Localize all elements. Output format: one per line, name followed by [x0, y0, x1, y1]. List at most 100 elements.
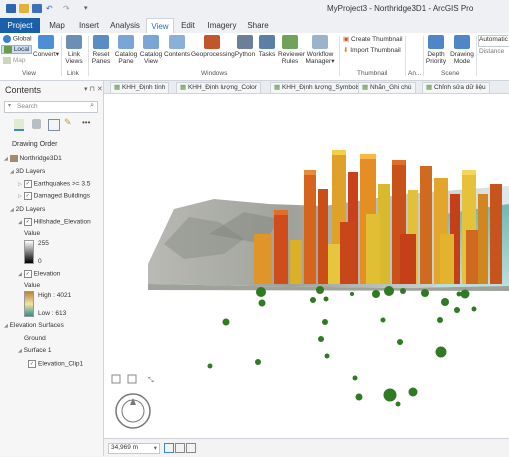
separator — [61, 36, 62, 76]
python-button[interactable]: Python — [234, 35, 256, 58]
local-scene-icon — [4, 46, 12, 53]
new-project-icon[interactable] — [6, 4, 16, 13]
3d-layers-heading[interactable]: ◢ 3D Layers — [10, 168, 45, 175]
svg-text:⤡: ⤡ — [148, 377, 154, 384]
scene-canvas[interactable]: ⤡ — [104, 94, 509, 438]
drawing-order-heading: Drawing Order — [12, 141, 58, 148]
map-item[interactable]: ◢ Northridge3D1 — [4, 155, 62, 162]
ground-item[interactable]: Ground — [24, 335, 46, 342]
2d-layers-heading[interactable]: ◢ 2D Layers — [10, 206, 45, 213]
tab-map[interactable]: Map — [45, 18, 69, 33]
catalog-view-button[interactable]: Catalog View — [139, 35, 163, 65]
undo-icon[interactable]: ↶ — [46, 4, 60, 13]
tab-khh-dinh-luong-color[interactable]: ▦ KHH_Định lượng_Color — [176, 82, 261, 94]
tab-nhan-ghi-chu[interactable]: ▦ Nhãn_Ghi chú — [358, 82, 416, 94]
tab-analysis[interactable]: Analysis — [107, 18, 143, 33]
visibility-checkbox[interactable]: ✓ — [23, 192, 32, 200]
more-icon[interactable]: ••• — [82, 118, 90, 127]
tab-imagery[interactable]: Imagery — [205, 18, 239, 33]
windows-group-label: Windows — [201, 70, 228, 77]
create-thumbnail-button[interactable]: ▣ Create Thumbnail — [343, 36, 403, 43]
map-tab-icon: ▦ — [274, 84, 281, 91]
ribbon: Global Local Map Convert▾ View Link View… — [0, 33, 509, 81]
list-by-editing-icon[interactable]: ✎ — [64, 117, 72, 128]
hillshade-value-label: Value — [24, 230, 41, 237]
open-icon[interactable] — [19, 4, 29, 13]
pane-options-icon[interactable]: ▾ ⊓ ✕ — [84, 85, 103, 93]
elevation-surfaces-heading[interactable]: ◢ Elevation Surfaces — [4, 322, 64, 329]
surface1-item[interactable]: ◢ Surface 1 — [18, 347, 52, 354]
separator — [423, 36, 424, 76]
title-bar: ↶ ↷ ▾ MyProject3 - Northridge3D1 - ArcGI… — [0, 0, 509, 18]
scene-view[interactable]: ⤡ — [104, 94, 509, 438]
search-input[interactable]: Search — [17, 103, 38, 110]
link-views-button[interactable]: Link Views — [63, 35, 85, 65]
elevation-high: High : 4021 — [38, 292, 72, 299]
customize-quick-access-icon[interactable]: ▾ — [84, 4, 92, 13]
tab-edit[interactable]: Edit — [177, 18, 199, 33]
toolbox-icon — [204, 35, 220, 49]
depth-priority-button[interactable]: Depth Priority — [425, 35, 447, 65]
list-by-data-source-icon[interactable] — [32, 119, 41, 129]
map-tab-icon: ▦ — [426, 84, 433, 91]
convert-button[interactable]: Convert▾ — [33, 35, 59, 58]
workflow-manager-icon — [312, 35, 328, 49]
import-thumbnail-button[interactable]: ⬇ Import Thumbnail — [343, 47, 401, 54]
tab-khh-dinh-tinh[interactable]: ▦ KHH_Định tính — [110, 82, 170, 94]
visibility-checkbox[interactable]: ✓ — [23, 180, 32, 188]
drawing-mode-button[interactable]: Drawing Mode — [449, 35, 475, 65]
reset-panes-button[interactable]: Reset Panes — [90, 35, 112, 65]
save-icon[interactable] — [32, 4, 42, 13]
tab-project[interactable]: Project — [0, 18, 40, 33]
map-tab-icon: ▦ — [114, 84, 121, 91]
tab-share[interactable]: Share — [245, 18, 271, 33]
tasks-button[interactable]: Tasks — [257, 35, 277, 58]
list-by-selection-icon[interactable] — [48, 119, 60, 131]
navigator[interactable] — [115, 393, 151, 429]
filter-icon: ▾ — [8, 103, 12, 109]
refresh-icon[interactable] — [186, 443, 196, 453]
hillshade-layer[interactable]: ◢ ✓ Hillshade_Elevation — [18, 218, 91, 226]
global-button[interactable]: Global — [3, 35, 32, 43]
scale-value: 34,969 m — [111, 444, 139, 451]
geoprocessing-button[interactable]: Geoprocessing — [191, 35, 235, 58]
elevation-value-label: Value — [24, 282, 41, 289]
separator — [339, 36, 340, 76]
elevation-low: Low : 613 — [38, 310, 67, 317]
nav-toggle-icons[interactable]: ⤡ — [111, 374, 154, 384]
workflow-manager-button[interactable]: Workflow Manager▾ — [304, 35, 336, 65]
distance-label: Distance — [479, 48, 505, 55]
scale-select[interactable]: 34,969 m ▾ — [108, 443, 160, 454]
elevation-ramp — [24, 291, 34, 317]
redo-icon[interactable]: ↷ — [63, 4, 73, 13]
tab-khh-dinh-luong-symbols[interactable]: ▦ KHH_Định lượng_Symbols — [270, 82, 365, 94]
drawing-mode-icon — [454, 35, 470, 49]
tab-chinh-sua-du-lieu[interactable]: ▦ Chỉnh sửa dữ liệu — [422, 82, 490, 94]
separator — [405, 36, 406, 76]
catalog-pane-button[interactable]: Catalog Pane — [114, 35, 138, 65]
reviewer-rules-button[interactable]: Reviewer Rules — [278, 35, 305, 65]
grid-icon[interactable] — [164, 443, 174, 453]
damaged-buildings-layer[interactable]: ▷ ✓ Damaged Buildings — [18, 192, 90, 200]
search-box[interactable]: Search ▾ ⌕ — [4, 101, 98, 113]
scene-group-label: Scene — [441, 70, 460, 77]
separator — [88, 36, 89, 76]
visibility-checkbox[interactable]: ✓ — [28, 360, 36, 368]
status-bar: 34,969 m ▾ — [104, 438, 509, 457]
visibility-checkbox[interactable]: ✓ — [23, 270, 32, 278]
snapping-icon[interactable] — [175, 443, 185, 453]
elevation-layer[interactable]: ◢ ✓ Elevation — [18, 270, 60, 278]
create-thumbnail-icon: ▣ — [343, 36, 350, 43]
list-by-drawing-order-icon[interactable] — [14, 119, 24, 131]
depth-priority-icon — [428, 35, 444, 49]
local-button[interactable]: Local — [1, 45, 33, 55]
visibility-checkbox[interactable]: ✓ — [23, 218, 32, 226]
hillshade-high: 255 — [38, 240, 49, 247]
earthquakes-layer[interactable]: ▷ ✓ Earthquakes >= 3.5 — [18, 180, 90, 188]
contents-button[interactable]: Contents — [164, 35, 190, 58]
tab-insert[interactable]: Insert — [75, 18, 103, 33]
collapse-icon: ◢ — [4, 156, 8, 163]
map-button[interactable]: Map — [3, 57, 25, 64]
navigation-mode-select[interactable]: Automatic — [478, 35, 509, 47]
elevation-clip-layer[interactable]: ✓ Elevation_Clip1 — [28, 360, 83, 368]
